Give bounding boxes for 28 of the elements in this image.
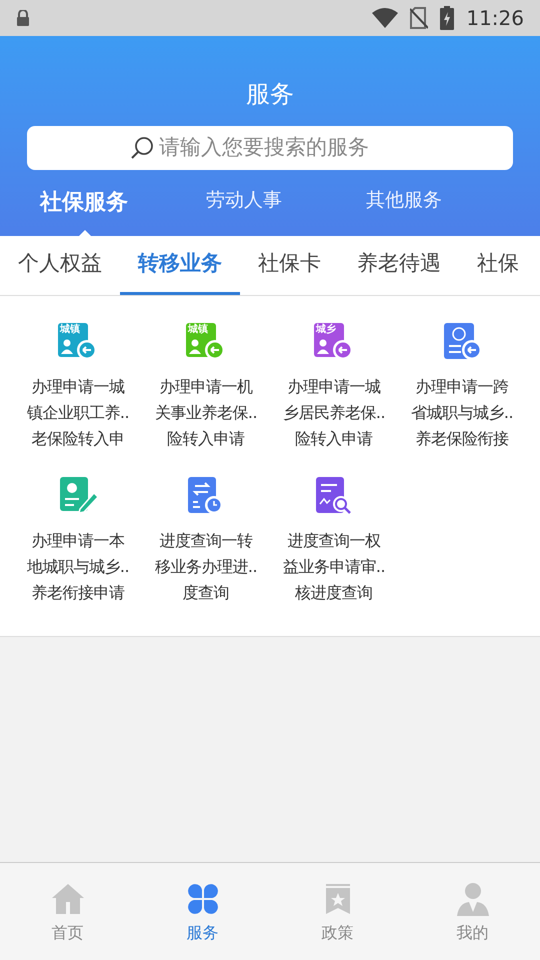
- service-label[interactable]: 进度查询一转 移业务办理进.. 度查询: [154, 528, 258, 606]
- clover-icon: [186, 883, 218, 915]
- icon-label: 城镇: [188, 324, 208, 336]
- home-icon: [50, 883, 84, 915]
- wifi-icon: [372, 8, 398, 28]
- service-label[interactable]: 办理申请一本 地城职与城乡.. 养老衔接申请: [26, 528, 130, 606]
- bookmark-icon: [324, 884, 350, 914]
- nav-tab[interactable]: 服务: [135, 863, 270, 960]
- icon-label: 城乡: [316, 324, 336, 336]
- service-label[interactable]: 办理申请一城 乡居民养老保.. 险转入申请: [282, 374, 386, 452]
- search-icon: [131, 136, 155, 160]
- sub-tab[interactable]: 养老待遇: [339, 236, 459, 295]
- sub-tab[interactable]: 社保: [459, 236, 537, 295]
- icon-label: 城镇: [60, 324, 80, 336]
- no-sim-icon: [410, 7, 428, 29]
- service-label[interactable]: 办理申请一城 镇企业职工养.. 老保险转入申: [26, 374, 130, 452]
- battery-charging-icon: [440, 6, 454, 30]
- person-icon: [454, 882, 490, 916]
- sub-tab[interactable]: 社保卡: [240, 236, 339, 295]
- lock-icon: [16, 10, 30, 26]
- search-field[interactable]: 请输入您要搜索的服务: [27, 126, 513, 170]
- service-label[interactable]: 办理申请一机 关事业养老保.. 险转入申请: [154, 374, 258, 452]
- sub-tab[interactable]: 个人权益: [0, 236, 120, 295]
- search-input[interactable]: 请输入您要搜索的服务: [159, 132, 409, 164]
- service-label[interactable]: 办理申请一跨 省城职与城乡.. 养老保险衔接: [410, 374, 514, 452]
- clock-time: 11:26: [466, 5, 524, 32]
- page-title: 服务: [246, 79, 294, 110]
- service-label[interactable]: 进度查询一权 益业务申请审.. 核进度查询: [282, 528, 386, 606]
